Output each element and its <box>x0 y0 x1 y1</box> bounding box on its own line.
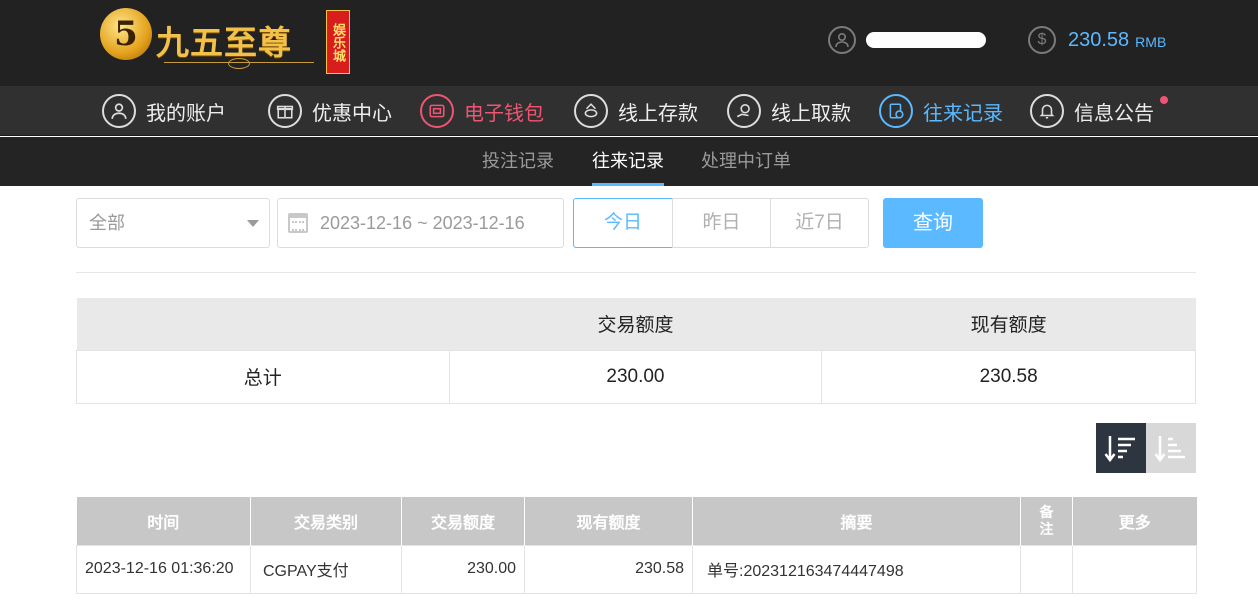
nav-announcements[interactable]: 信息公告 <box>1030 86 1168 136</box>
last-7-days-button[interactable]: 近7日 <box>770 198 869 248</box>
table-row[interactable]: 2023-12-16 01:36:20 CGPAY支付 230.00 230.5… <box>76 544 1197 594</box>
main-nav: 我的账户 优惠中心 电子钱包 线上存款 线上取款 往来记录 信息公告 <box>0 86 1258 136</box>
balance-amount: 230.58 <box>1068 28 1130 51</box>
summary-header <box>76 298 450 350</box>
gift-icon <box>268 94 302 128</box>
column-header-more: 更多 <box>1072 497 1197 545</box>
summary-row: 总计 230.00 230.58 <box>76 349 1196 404</box>
today-button[interactable]: 今日 <box>573 198 673 248</box>
site-logo[interactable]: 5 九五至尊 娱乐城 <box>100 6 352 74</box>
nav-online-deposit[interactable]: 线上存款 <box>574 86 698 136</box>
sort-desc-button[interactable] <box>1096 423 1146 473</box>
column-header-note: 备注 <box>1020 497 1073 545</box>
column-header-time: 时间 <box>76 497 251 545</box>
sort-asc-button[interactable] <box>1146 423 1196 473</box>
date-range-value: 2023-12-16 ~ 2023-12-16 <box>320 213 525 233</box>
chevron-down-icon <box>247 220 259 227</box>
nav-label: 线上取款 <box>771 102 851 125</box>
nav-my-account[interactable]: 我的账户 <box>102 86 226 136</box>
nav-e-wallet[interactable]: 电子钱包 <box>420 86 544 136</box>
divider <box>76 272 1196 273</box>
summary-header-row: 交易额度 现有额度 <box>76 298 1196 350</box>
column-header-summary: 摘要 <box>692 497 1021 545</box>
nav-label: 往来记录 <box>923 102 1003 125</box>
cell-balance: 230.58 <box>524 544 693 594</box>
yesterday-button[interactable]: 昨日 <box>672 198 771 248</box>
calendar-icon <box>288 213 308 233</box>
cell-type: CGPAY支付 <box>250 544 402 594</box>
user-icon <box>102 94 136 128</box>
query-button[interactable]: 查询 <box>883 198 983 248</box>
dollar-icon: $ <box>1028 26 1056 54</box>
deposit-icon <box>574 94 608 128</box>
type-select[interactable]: 全部 <box>76 198 270 248</box>
date-range-input[interactable]: 2023-12-16 ~ 2023-12-16 <box>277 198 564 248</box>
sub-nav: 投注记录 往来记录 处理中订单 <box>0 137 1258 186</box>
balance-currency: RMB <box>1135 34 1167 50</box>
column-header-amount: 交易额度 <box>401 497 525 545</box>
username-redacted: 0001234456 <box>866 32 986 48</box>
summary-transaction-amount: 230.00 <box>448 349 823 404</box>
notification-dot <box>1160 96 1168 104</box>
nav-promotions[interactable]: 优惠中心 <box>268 86 392 136</box>
summary-current-balance: 230.58 <box>821 349 1196 404</box>
nav-label: 电子钱包 <box>464 102 544 125</box>
tab-bet-records[interactable]: 投注记录 <box>482 137 554 186</box>
tab-pending-orders[interactable]: 处理中订单 <box>701 137 791 186</box>
user-info[interactable]: 0001234456 <box>828 24 986 56</box>
nav-label: 我的账户 <box>146 102 226 125</box>
logo-mark-icon: 5 <box>100 8 152 60</box>
logo-flourish <box>164 58 314 70</box>
sort-ascending-icon <box>1154 436 1185 463</box>
bell-icon <box>1030 94 1064 128</box>
top-header: 5 九五至尊 娱乐城 0001234456 $ 230.58 RMB <box>0 0 1258 86</box>
records-header-row: 时间 交易类别 交易额度 现有额度 摘要 备注 更多 <box>76 497 1197 545</box>
nav-label: 信息公告 <box>1074 102 1154 125</box>
nav-online-withdraw[interactable]: 线上取款 <box>727 86 851 136</box>
nav-transaction-records[interactable]: 往来记录 <box>879 86 1003 136</box>
user-icon <box>828 26 856 54</box>
cell-time: 2023-12-16 01:36:20 <box>76 544 251 594</box>
nav-label: 线上存款 <box>618 102 698 125</box>
cell-more[interactable] <box>1072 544 1197 594</box>
summary-header: 交易额度 <box>449 298 822 350</box>
column-header-balance: 现有额度 <box>524 497 693 545</box>
summary-header: 现有额度 <box>821 298 1196 350</box>
summary-total-label: 总计 <box>76 349 450 404</box>
cell-amount: 230.00 <box>401 544 525 594</box>
tab-transaction-records[interactable]: 往来记录 <box>592 137 664 186</box>
sort-descending-icon <box>1104 436 1135 463</box>
cell-note <box>1020 544 1073 594</box>
withdraw-icon <box>727 94 761 128</box>
logo-badge: 娱乐城 <box>326 10 350 74</box>
balance-info: $ 230.58 RMB <box>1028 24 1166 56</box>
cell-summary: 单号:202312163474447498 <box>692 544 1021 594</box>
nav-label: 优惠中心 <box>312 102 392 125</box>
type-select-value: 全部 <box>89 213 125 233</box>
records-table: 时间 交易类别 交易额度 现有额度 摘要 备注 更多 2023-12-16 01… <box>76 497 1197 594</box>
records-icon <box>879 94 913 128</box>
logo-brand-text: 九五至尊 <box>156 23 292 62</box>
column-header-type: 交易类别 <box>250 497 402 545</box>
summary-table: 交易额度 现有额度 总计 230.00 230.58 <box>76 298 1196 404</box>
wallet-icon <box>420 94 454 128</box>
